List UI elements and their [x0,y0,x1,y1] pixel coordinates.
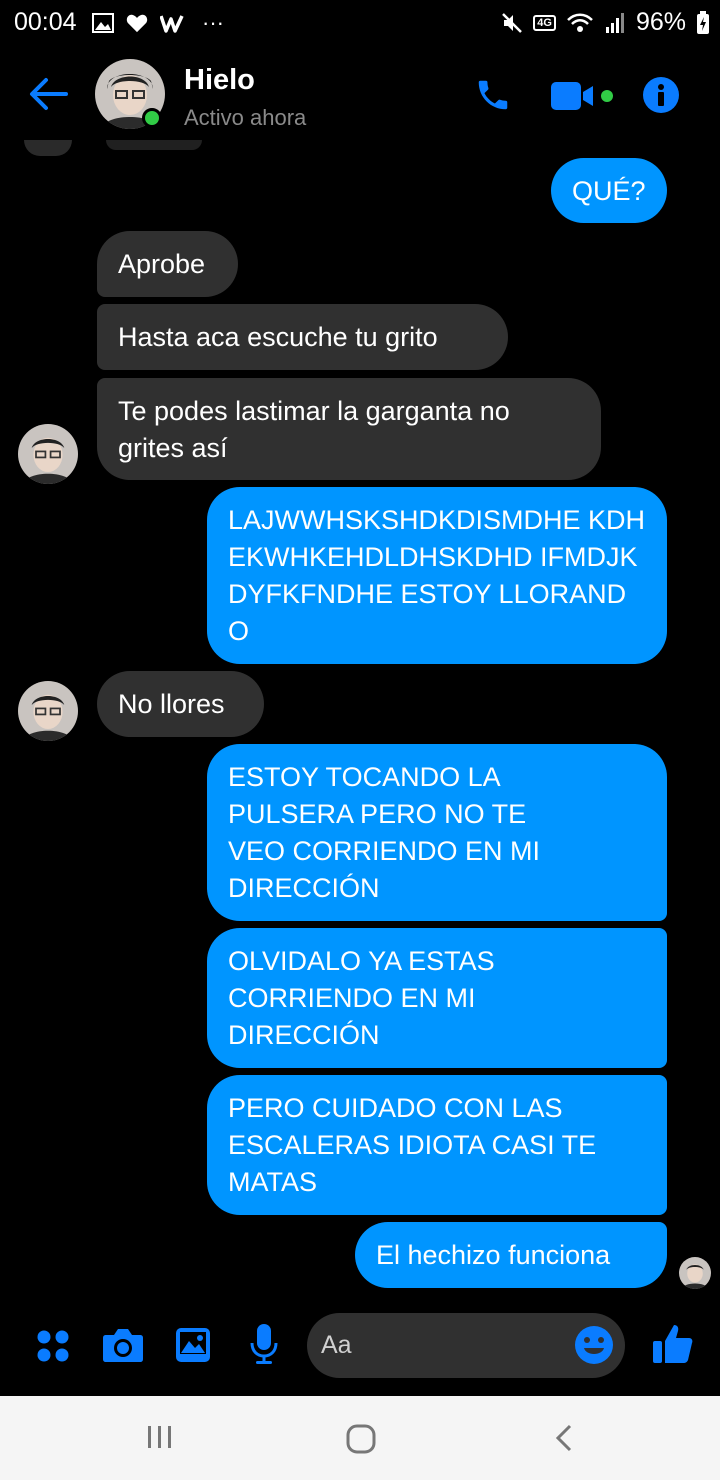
contact-status: Activo ahora [184,105,307,130]
emoji-icon[interactable] [574,1325,614,1365]
message-bubble[interactable]: Aprobe [97,231,238,297]
recent-apps-icon[interactable] [146,1424,174,1450]
message-composer: Aa [0,1305,720,1395]
message-bubble[interactable]: Hasta aca escuche tu grito [97,304,508,370]
message-input[interactable]: Aa [307,1313,625,1378]
contact-name[interactable]: Hielo [184,64,255,97]
status-time: 00:04 [14,8,77,36]
contact-avatar-small[interactable] [18,424,78,484]
message-bubble[interactable]: No llores [97,671,264,737]
thumbs-up-icon[interactable] [652,1323,694,1365]
status-bar: 00:04 ··· 4G 96% [0,0,720,44]
back-arrow-icon[interactable] [28,76,68,112]
active-status-dot [142,108,162,128]
heart-notification-icon [126,14,148,33]
more-notifications-icon: ··· [202,10,224,35]
message-bubble[interactable]: QUÉ? [551,158,667,223]
phone-icon[interactable] [474,76,512,114]
message-bubble[interactable]: ESTOY TOCANDO LA PULSERA PERO NO TE VEO … [207,744,667,921]
back-nav-icon[interactable] [554,1424,574,1452]
system-navigation-bar [0,1396,720,1480]
home-icon[interactable] [346,1424,376,1454]
w-notification-icon [160,15,184,33]
apps-icon[interactable] [36,1329,70,1363]
message-bubble[interactable]: OLVIDALO YA ESTAS CORRIENDO EN MI DIRECC… [207,928,667,1068]
message-bubble[interactable]: PERO CUIDADO CON LAS ESCALERAS IDIOTA CA… [207,1075,667,1215]
message-bubble[interactable]: Te podes lastimar la garganta no grites … [97,378,601,480]
video-icon[interactable] [550,80,616,112]
message-bubble[interactable]: El hechizo funciona [355,1222,667,1288]
contact-avatar-small[interactable] [18,681,78,741]
info-icon[interactable] [642,76,680,114]
mute-icon [502,12,523,33]
gallery-notification-icon [92,13,114,33]
network-4g-icon: 4G [533,14,556,31]
gallery-icon[interactable] [175,1327,211,1363]
message-input-placeholder: Aa [321,1331,352,1359]
battery-percent: 96% [635,8,686,36]
wifi-icon [567,13,593,32]
microphone-icon[interactable] [249,1323,279,1365]
seen-avatar [679,1257,711,1289]
previous-bubble-partial [106,140,202,150]
previous-avatar-partial [24,140,72,156]
message-bubble[interactable]: LAJWWHSKSHDKDISMDHE KDHEKWHKEHDLDHSKDHD … [207,487,667,664]
camera-icon[interactable] [102,1327,144,1363]
conversation-header: Hielo Activo ahora [0,44,720,144]
video-call-button[interactable] [550,80,616,117]
battery-icon [697,10,709,34]
signal-icon [605,12,624,33]
